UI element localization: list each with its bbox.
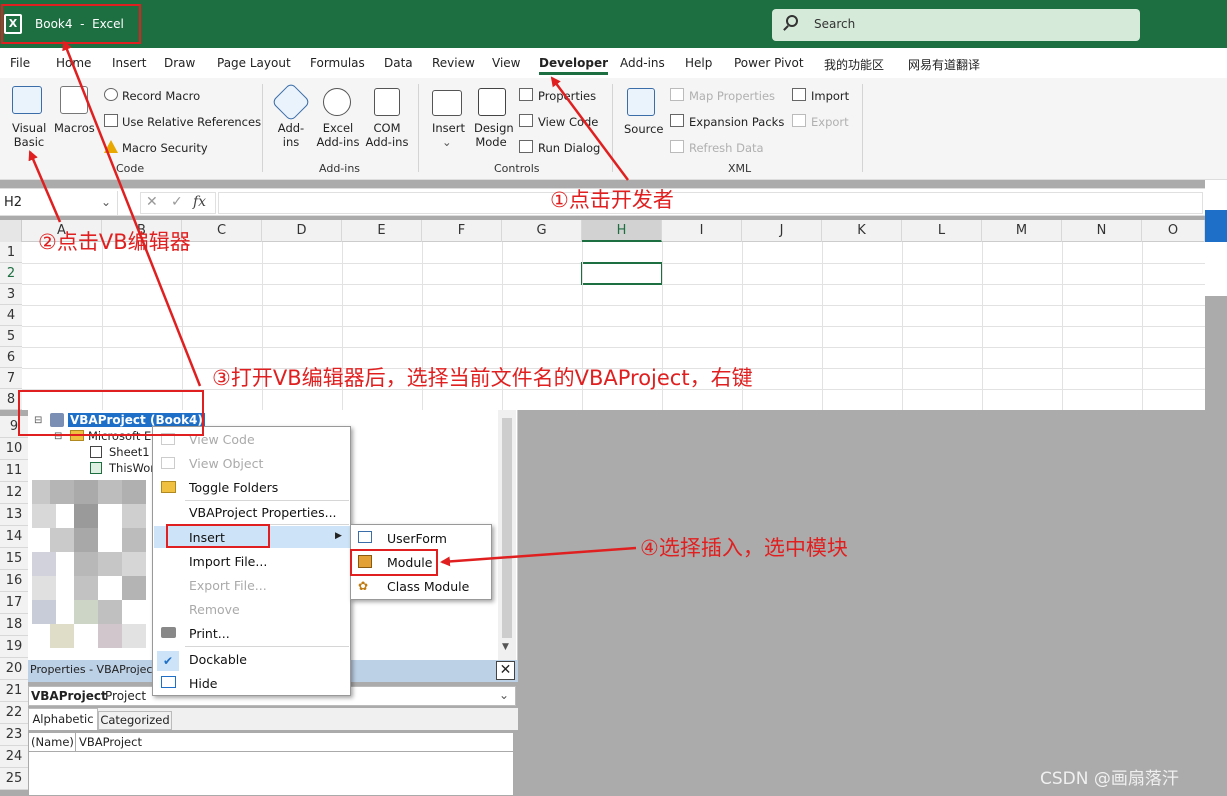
annotation-step1: ①点击开发者 [550,188,674,212]
arrow-to-title [62,40,202,387]
annotation-step4: ④选择插入，选中模块 [640,536,848,560]
arrow-to-developer [550,76,630,181]
arrow-to-visual-basic [28,150,62,223]
annotation-step2: ②点击VB编辑器 [38,230,191,254]
annotation-step3: ③打开VB编辑器后，选择当前文件名的VBAProject，右键 [212,366,753,390]
arrow-to-module [440,546,637,567]
annotation-arrows [28,40,637,567]
watermark: CSDN @画扇落汗 [1040,769,1179,789]
